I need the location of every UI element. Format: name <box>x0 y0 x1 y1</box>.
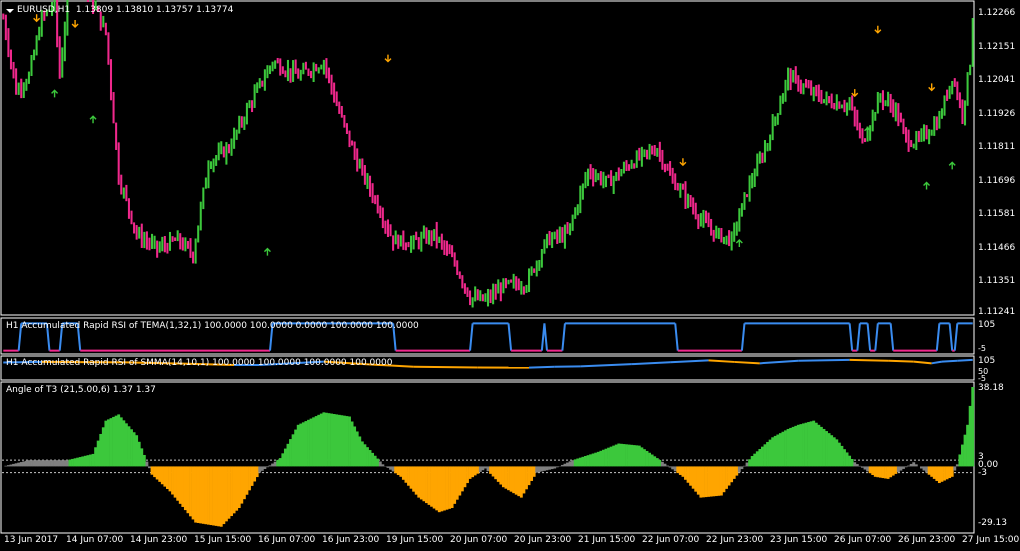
rsi-tema-line <box>561 323 566 351</box>
rsi-tema-line <box>866 323 872 351</box>
date-label: 22 Jun 23:00 <box>706 535 764 545</box>
date-label: 16 Jun 07:00 <box>258 535 316 545</box>
rsi-smma-line <box>759 359 799 365</box>
indicator-tick: -5 <box>978 344 986 353</box>
rsi-smma-line <box>734 360 760 365</box>
buy-arrow-icon <box>948 161 956 170</box>
rsi-smma-line <box>798 358 850 362</box>
buy-arrow-icon <box>89 115 97 124</box>
buy-arrow-icon <box>263 247 271 256</box>
buy-arrow-icon <box>923 181 931 190</box>
indicator-title-rsi-tema: H1 Accumulated Rapid RSI of TEMA(1,32,1)… <box>6 321 419 331</box>
sell-arrow-icon <box>679 158 687 167</box>
date-label: 22 Jun 07:00 <box>642 535 700 545</box>
buy-arrow-icon <box>735 239 743 248</box>
date-label: 21 Jun 15:00 <box>578 535 636 545</box>
rsi-smma-line <box>529 365 555 369</box>
rsi-smma-line <box>580 363 632 368</box>
rsi-smma-line <box>413 365 478 369</box>
date-label: 15 Jun 15:00 <box>194 535 252 545</box>
main-pane-border <box>0 0 975 316</box>
rsi-tema-line <box>469 323 474 351</box>
price-tick: 1.11581 <box>978 209 1016 219</box>
indicator-title-rsi-smma: H1 Accumulated Rapid RSI of SMMA(14,10,1… <box>6 358 393 368</box>
rsi-tema-line <box>953 323 959 351</box>
price-tick: 1.11926 <box>978 109 1016 119</box>
indicator-tick: 105 <box>978 320 996 330</box>
rsi-tema-line <box>856 323 861 351</box>
date-label: 27 Jun 15:00 <box>962 535 1020 545</box>
rsi-tema-line <box>889 323 895 351</box>
price-tick: 1.11696 <box>978 176 1016 186</box>
chart-menu-triangle-icon[interactable] <box>6 9 14 13</box>
indicator-tick: -29.13 <box>978 518 1008 528</box>
rsi-tema-line <box>874 323 879 351</box>
rsi-smma-line <box>913 360 932 365</box>
rsi-smma-line <box>631 361 671 366</box>
rsi-tema-line <box>674 323 679 351</box>
rsi-tema-line <box>848 323 854 351</box>
rsi-tema-line <box>543 323 548 351</box>
buy-arrow-icon <box>51 89 59 98</box>
rsi-smma-line <box>708 359 735 363</box>
indicator-tick: 38.18 <box>978 383 1004 393</box>
rsi-tema-line <box>935 323 941 351</box>
date-label: 26 Jun 07:00 <box>834 535 892 545</box>
price-tick: 1.12151 <box>978 42 1016 52</box>
date-label: 20 Jun 07:00 <box>450 535 508 545</box>
price-tick: 1.12041 <box>978 75 1016 85</box>
price-tick: 1.12266 <box>978 8 1016 18</box>
price-tick: 1.11466 <box>978 243 1016 253</box>
rsi-smma-line <box>849 358 889 362</box>
date-label: 20 Jun 23:00 <box>514 535 572 545</box>
main-chart-title: EURUSD,H1 1.13809 1.13810 1.13757 1.1377… <box>17 5 234 15</box>
sell-arrow-icon <box>928 83 936 92</box>
sell-arrow-icon <box>851 89 859 98</box>
sell-arrow-icon <box>384 54 392 63</box>
indicator-tick: -3 <box>978 468 987 478</box>
date-label: 23 Jun 15:00 <box>770 535 828 545</box>
indicator-title-angle-t3: Angle of T3 (21,5.00,6) 1.37 1.37 <box>6 385 156 395</box>
sell-arrow-icon <box>71 20 79 29</box>
price-tick: 1.11811 <box>978 142 1016 152</box>
rsi-tema-line <box>507 323 513 351</box>
price-tick: 1.11351 <box>978 276 1016 286</box>
date-label: 16 Jun 23:00 <box>322 535 380 545</box>
date-label: 26 Jun 23:00 <box>898 535 956 545</box>
rsi-smma-line <box>931 360 943 365</box>
rsi-smma-line <box>957 358 973 362</box>
date-label: 13 Jun 2017 <box>4 535 59 545</box>
rsi-smma-line <box>888 359 914 363</box>
rsi-smma-line <box>670 359 709 364</box>
rsi-tema-line <box>740 323 746 351</box>
chart-canvas[interactable] <box>0 0 1020 551</box>
date-label: 14 Jun 07:00 <box>66 535 124 545</box>
price-tick: 1.11241 <box>978 307 1016 317</box>
sell-arrow-icon <box>874 25 882 34</box>
rsi-tema-line <box>948 323 954 351</box>
date-label: 14 Jun 23:00 <box>130 535 188 545</box>
date-label: 19 Jun 15:00 <box>386 535 444 545</box>
rsi-smma-line <box>941 359 958 363</box>
